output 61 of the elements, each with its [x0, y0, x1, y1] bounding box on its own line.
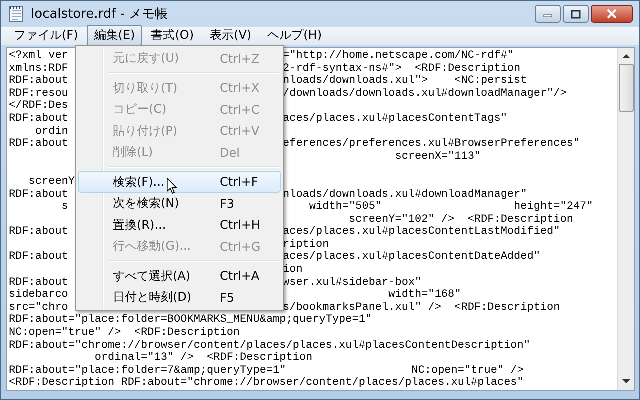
text-line: RDF:about="place:folder=BOOKMARKS_MENU&amp;queryType=1" [9, 314, 372, 327]
minimize-button[interactable] [535, 5, 561, 23]
text-line: ription [283, 238, 330, 251]
text-line: nloads/downloads.xul#downloadManager" [283, 188, 528, 201]
text-line: RDF:resou [9, 88, 68, 100]
menu-option[interactable]: 次を検索(N) F3 [78, 192, 281, 214]
scroll-down-icon[interactable] [622, 379, 630, 385]
menu-item[interactable]: ヘルプ(H) [260, 25, 329, 46]
text-line: NC:open="true" /> <RDF:Description [9, 327, 240, 340]
text-line: RDF:about [9, 188, 68, 200]
text-line: s [60, 201, 68, 214]
cursor-icon [167, 178, 177, 194]
text-line: wser.xul#sidebar-box" [283, 276, 422, 289]
text-line: RDF:about [9, 251, 68, 264]
text-line: nloads/downloads.xul"> <NC:persist [283, 75, 528, 88]
menu-item[interactable]: 編集(E) [87, 25, 142, 46]
text-line: screenY [28, 176, 76, 188]
maximize-button[interactable] [563, 5, 589, 23]
text-line: ="http://home.netscape.com/NC-rdf#" [283, 50, 514, 63]
text-line: RDF:about="chrome://browser/content/places/places.xul#placesContentDescription" [9, 340, 530, 352]
text-line: ordin [34, 126, 68, 138]
text-line: src="chro [9, 302, 68, 314]
text-line: RDF:about [9, 276, 68, 289]
close-icon [606, 9, 618, 19]
notepad-icon [9, 4, 25, 23]
menu-option[interactable]: 検索(F)... Ctrl+F [78, 171, 281, 193]
text-line: aces/places.xul#placesContentLastModified" [283, 226, 560, 239]
window-title: localstore.rdf - メモ帳 [31, 6, 168, 23]
menu-option[interactable]: 日付と時刻(D) F5 [78, 286, 281, 308]
text-line: 2-rdf-syntax-ns#"> <RDF:Description [283, 62, 521, 75]
menu-item[interactable]: ファイル(F) [7, 25, 86, 46]
text-line: eferences/preferences.xul#BrowserPreferences" [283, 138, 580, 151]
text-line: RDF:about [9, 75, 68, 88]
menu-item[interactable]: 書式(O) [144, 25, 202, 46]
text-line: screenY="102" /> <RDF:Description [348, 214, 574, 226]
text-line: RDF:about="place:folder=7&amp;queryType=1" NC:open="true" /> [9, 364, 524, 377]
text-line: aces/places.xul#placesContentDateAdded" [283, 251, 540, 264]
text-line: </RDF:Des [9, 100, 68, 112]
text-line: xmlns:RDF [9, 62, 68, 75]
menu-option[interactable]: 置換(R)... Ctrl+H [78, 214, 281, 236]
text-line: screenX="113" [394, 150, 482, 164]
maximize-icon [571, 10, 581, 18]
close-button[interactable] [591, 5, 633, 23]
text-line: width="505" height="247" [308, 201, 594, 214]
text-line: ion [283, 264, 303, 277]
text-line: sidebarco [9, 289, 68, 302]
menu-item[interactable]: 表示(V) [203, 25, 259, 46]
scroll-up-icon[interactable] [622, 52, 630, 59]
text-line: /downloads/downloads.xul#downloadManager"/> [283, 88, 567, 100]
text-line: s/bookmarksPanel.xul" /> <RDF:Description [283, 302, 560, 314]
text-line: <RDF:Description RDF:about="chrome://browser/content/places/places.xul#places" [9, 377, 524, 390]
text-line: ordinal="13" /> <RDF:Description [94, 352, 313, 365]
text-line: width="168" [388, 289, 462, 302]
text-line: aces/places.xul#placesContentTags" [283, 112, 508, 126]
scroll-thumb[interactable] [618, 64, 634, 112]
menu-option[interactable]: すべて選択(A) Ctrl+A [78, 265, 281, 287]
text-line: RDF:about [9, 112, 68, 125]
text-line: RDF:about [9, 138, 68, 150]
text-line: <?xml ver [9, 50, 68, 62]
scrollbar[interactable] [617, 48, 634, 390]
text-line: RDF:about [9, 226, 68, 238]
